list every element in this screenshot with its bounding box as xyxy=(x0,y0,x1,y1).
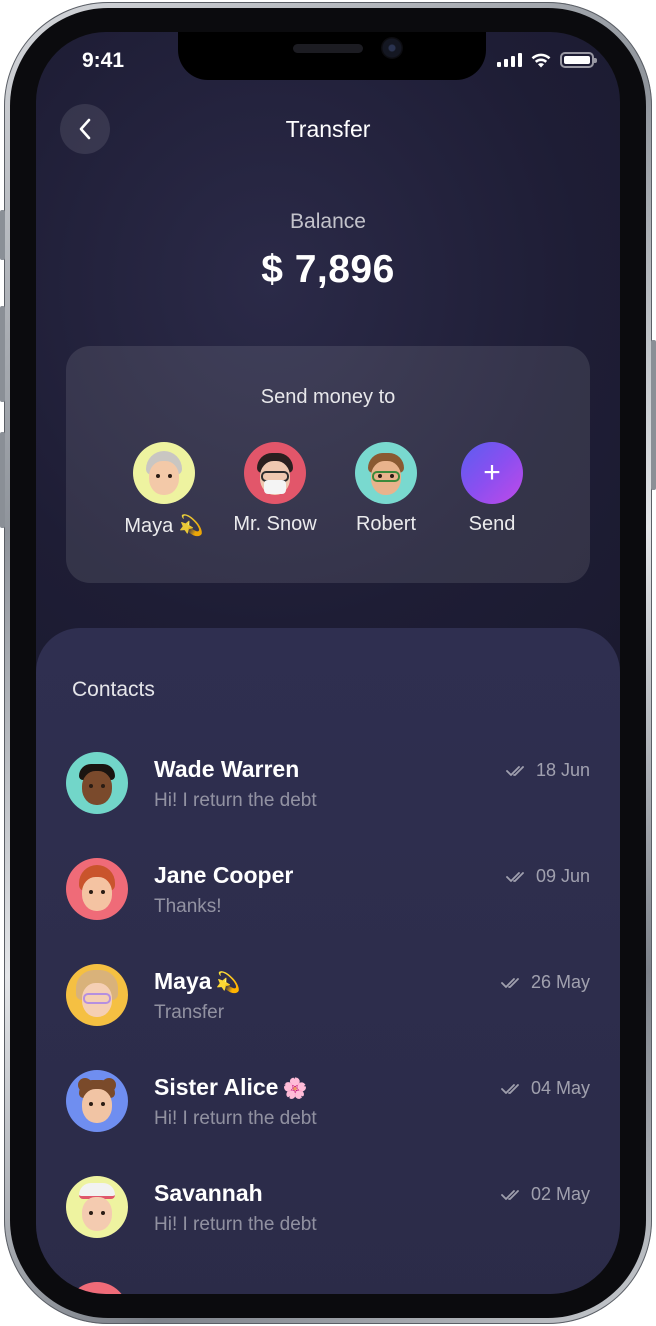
recipient-name: Maya 💫 xyxy=(124,515,204,537)
side-button-volume-up xyxy=(0,306,5,402)
wifi-icon xyxy=(531,53,551,68)
contact-message: Hi! I return the debt xyxy=(154,1108,317,1129)
contact-date: 18 Jun xyxy=(506,760,590,781)
avatar xyxy=(66,1282,128,1294)
status-time: 9:41 xyxy=(82,49,125,72)
contact-row[interactable]: Wade Warren Hi! I return the debt 18 Jun xyxy=(66,752,590,816)
contacts-panel: Contacts Wade Warren Hi! I return the de… xyxy=(36,628,620,1294)
avatar xyxy=(355,442,417,504)
balance-label: Balance xyxy=(290,210,366,233)
page-title: Transfer xyxy=(285,116,371,142)
double-check-icon xyxy=(506,871,524,882)
app-screen: 9:41 Transfer Balance $ 7,896 Send money… xyxy=(36,32,620,1294)
double-check-icon xyxy=(501,1189,519,1200)
send-button[interactable]: + Send xyxy=(432,442,552,536)
side-button-mute xyxy=(0,210,5,260)
recipient-name: Mr. Snow xyxy=(233,513,317,535)
contact-message: Hi! I return the debt xyxy=(154,790,317,811)
notch xyxy=(178,32,486,80)
avatar xyxy=(66,964,128,1026)
side-button-volume-down xyxy=(0,432,5,528)
avatar xyxy=(66,1070,128,1132)
plus-icon: + xyxy=(461,442,523,504)
contact-row-partial[interactable] xyxy=(66,1282,590,1294)
contact-row[interactable]: Jane Cooper Thanks! 09 Jun xyxy=(66,858,590,922)
send-money-card: Send money to Maya 💫 Mr. Snow Robert + S… xyxy=(66,346,590,583)
recipient-maya[interactable]: Maya 💫 xyxy=(104,442,224,538)
front-camera xyxy=(381,37,403,59)
recipient-name: Robert xyxy=(355,513,417,535)
avatar xyxy=(244,442,306,504)
contacts-title: Contacts xyxy=(72,678,155,701)
contact-row[interactable]: Savannah Hi! I return the debt 02 May xyxy=(66,1176,590,1240)
contact-message: Hi! I return the debt xyxy=(154,1214,317,1235)
double-check-icon xyxy=(501,977,519,988)
contact-message: Transfer xyxy=(154,1002,225,1023)
avatar xyxy=(133,442,195,504)
contact-date: 09 Jun xyxy=(506,866,590,887)
avatar xyxy=(66,858,128,920)
contact-date: 26 May xyxy=(501,972,590,993)
double-check-icon xyxy=(501,1083,519,1094)
contact-row[interactable]: Maya 💫 Transfer 26 May xyxy=(66,964,590,1028)
recipient-robert[interactable]: Robert xyxy=(326,442,446,536)
contact-date: 04 May xyxy=(501,1078,590,1099)
battery-icon xyxy=(560,52,597,68)
contact-name: Sister Alice 🌸 xyxy=(154,1074,308,1100)
contact-name: Maya 💫 xyxy=(154,968,241,994)
side-button-power xyxy=(651,340,656,490)
cellular-signal-icon xyxy=(497,53,522,67)
recipient-mr-snow[interactable]: Mr. Snow xyxy=(215,442,335,536)
send-money-title: Send money to xyxy=(260,386,396,408)
avatar xyxy=(66,1176,128,1238)
status-icons xyxy=(497,52,597,68)
contact-name: Savannah xyxy=(154,1180,263,1206)
avatar xyxy=(66,752,128,814)
double-check-icon xyxy=(506,765,524,776)
balance-amount: $ 7,896 xyxy=(261,248,395,291)
contact-name: Wade Warren xyxy=(154,756,300,782)
contact-name: Jane Cooper xyxy=(154,862,294,888)
contact-date: 02 May xyxy=(501,1184,590,1205)
speaker-grille xyxy=(293,44,363,53)
send-label: Send xyxy=(468,513,516,535)
contact-message: Thanks! xyxy=(154,896,222,917)
contact-row[interactable]: Sister Alice 🌸 Hi! I return the debt 04 M… xyxy=(66,1070,590,1134)
